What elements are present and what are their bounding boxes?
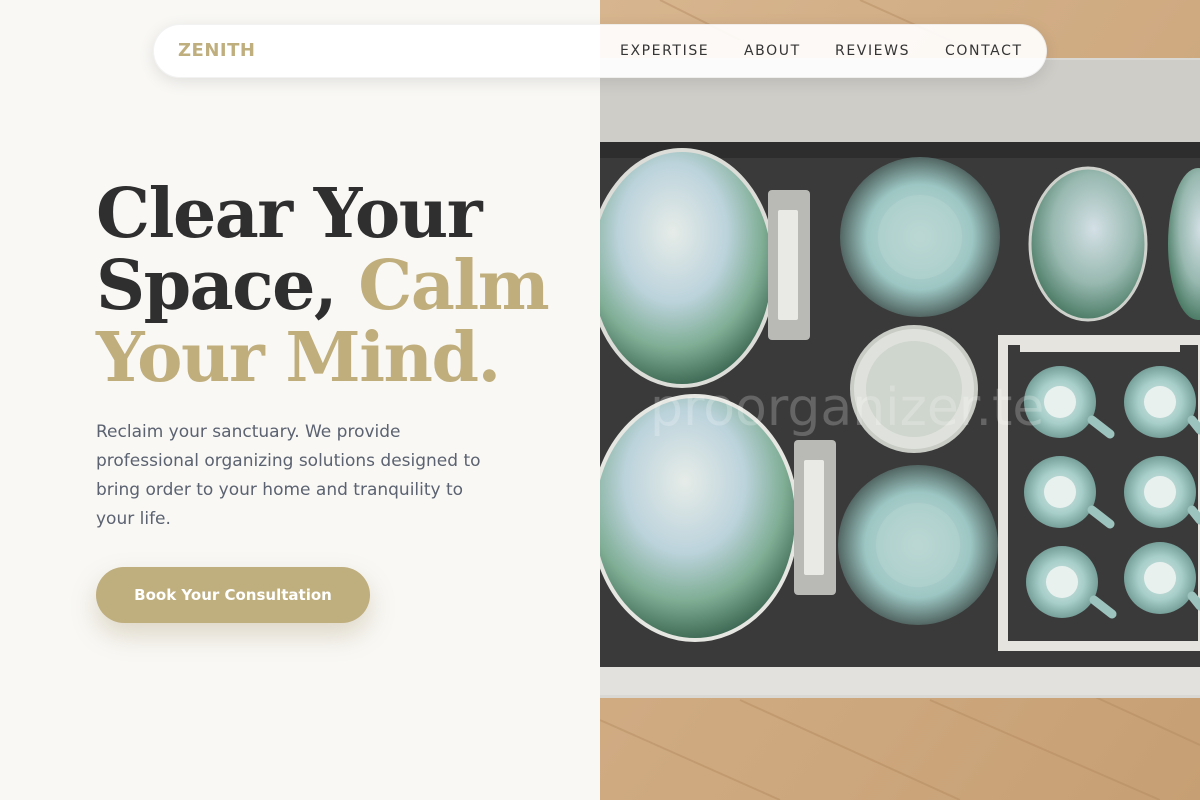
headline-line-2-accent: Calm	[358, 246, 549, 326]
hero-section: Clear Your Space, Calm Your Mind. Reclai…	[0, 0, 600, 800]
book-consultation-button[interactable]: Book Your Consultation	[96, 567, 370, 623]
brand-logo[interactable]: ZENITH	[178, 40, 255, 61]
top-navigation: ZENITH EXPERTISE ABOUT REVIEWS CONTACT	[153, 24, 1047, 78]
hero-image	[600, 0, 1200, 800]
nav-link-reviews[interactable]: REVIEWS	[835, 43, 910, 59]
drawer-illustration	[600, 0, 1200, 800]
headline-line-3: Your Mind.	[96, 318, 501, 398]
hero-subtext: Reclaim your sanctuary. We provide profe…	[96, 422, 481, 529]
headline-line-2: Space,	[96, 246, 359, 326]
nav-link-expertise[interactable]: EXPERTISE	[620, 43, 709, 59]
hero-headline: Clear Your Space, Calm Your Mind.	[96, 178, 576, 394]
headline-line-1: Clear Your	[96, 174, 483, 254]
nav-link-about[interactable]: ABOUT	[744, 43, 801, 59]
nav-link-contact[interactable]: CONTACT	[945, 43, 1023, 59]
